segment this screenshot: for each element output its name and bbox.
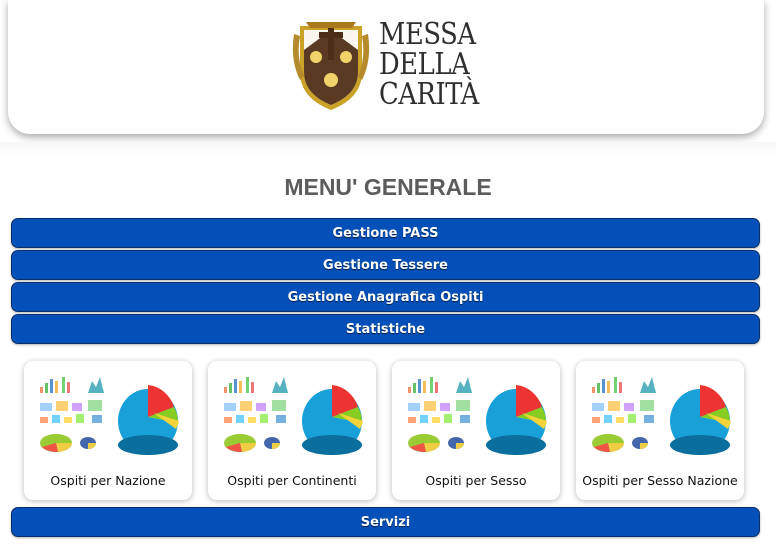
statistics-charts-icon	[40, 377, 179, 455]
stat-card-sesso-nazione[interactable]: Ospiti per Sesso Nazione	[576, 361, 744, 500]
servizi-button[interactable]: Servizi	[11, 507, 760, 537]
statistics-charts-icon	[592, 377, 731, 455]
coat-of-arms-icon	[292, 22, 370, 110]
page-title: MENU' GENERALE	[284, 174, 492, 200]
statistics-charts-icon	[408, 377, 547, 455]
stat-card-continenti[interactable]: Ospiti per Continenti	[208, 361, 376, 500]
logo: MESSA DELLA CARITÀ	[292, 20, 502, 112]
gestione-tessere-button[interactable]: Gestione Tessere	[11, 250, 760, 280]
stat-card-label: Ospiti per Nazione	[50, 473, 166, 488]
header: MESSA DELLA CARITÀ	[8, 0, 764, 134]
statistiche-button[interactable]: Statistiche	[11, 314, 760, 344]
logo-line-1: MESSA	[379, 17, 476, 52]
stat-card-nazione[interactable]: Ospiti per Nazione	[24, 361, 192, 500]
stat-card-label: Ospiti per Continenti	[227, 473, 357, 488]
gestione-anagrafica-ospiti-button[interactable]: Gestione Anagrafica Ospiti	[11, 282, 760, 312]
logo-line-2: DELLA	[379, 47, 470, 82]
stat-card-label: Ospiti per Sesso Nazione	[582, 473, 738, 488]
header-divider	[0, 142, 776, 156]
statistics-charts-icon	[224, 377, 363, 455]
logo-line-3: CARITÀ	[379, 77, 479, 112]
stat-card-label: Ospiti per Sesso	[425, 473, 527, 488]
stat-card-sesso[interactable]: Ospiti per Sesso	[392, 361, 560, 500]
logo-text: MESSA DELLA CARITÀ	[379, 20, 491, 110]
gestione-pass-button[interactable]: Gestione PASS	[11, 218, 760, 248]
